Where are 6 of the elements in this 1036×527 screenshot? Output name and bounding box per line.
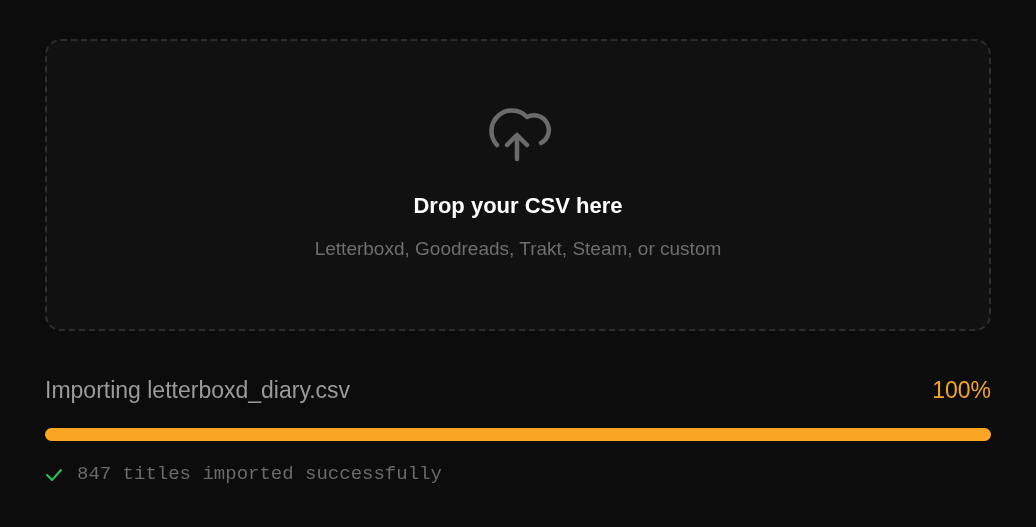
dropzone-subtitle: Letterboxd, Goodreads, Trakt, Steam, or custom [314, 239, 722, 258]
import-label: Importing letterboxd_diary.csv [45, 379, 351, 402]
drop-zone[interactable]: Drop your CSV here Letterboxd, Goodreads, Trakt, Steam, or custom [45, 39, 991, 331]
dropzone-title: Drop your CSV here [413, 195, 623, 217]
import-percent: 100% [932, 379, 991, 402]
status-message: 847 titles imported successfully [77, 465, 442, 484]
